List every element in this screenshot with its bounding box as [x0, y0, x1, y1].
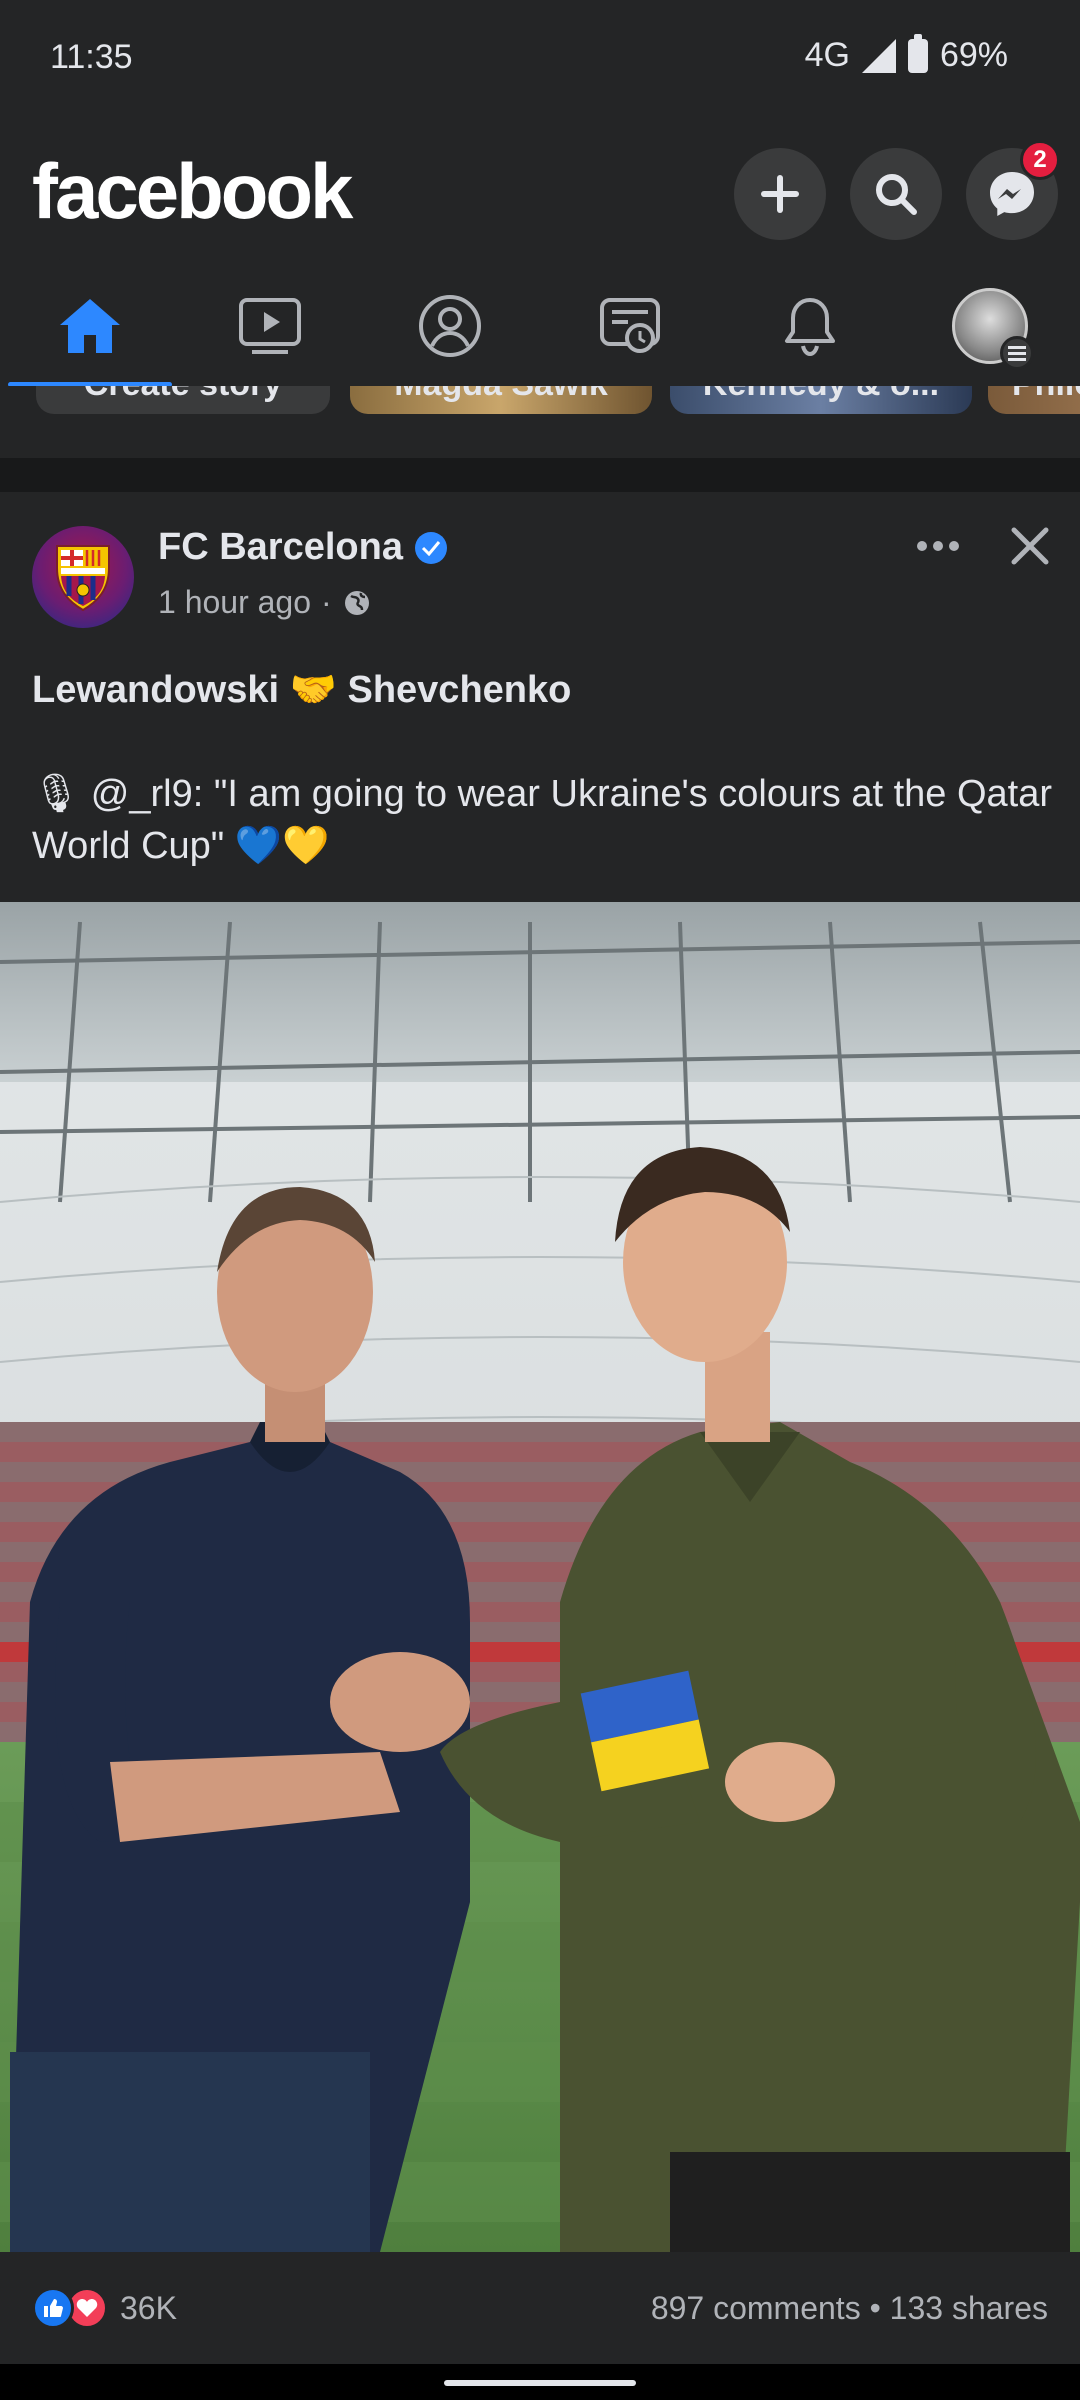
- counts-dot: •: [869, 2289, 890, 2326]
- video-icon: [239, 298, 301, 354]
- stadium-photo-illustration: [0, 902, 1080, 2252]
- post-meta: 1 hour ago ·: [158, 584, 372, 621]
- bell-icon: [785, 298, 835, 357]
- globe-icon: [344, 590, 369, 615]
- signal-icon: [861, 38, 896, 73]
- more-options-icon[interactable]: [916, 540, 960, 552]
- menu-avatar: [952, 288, 1034, 370]
- status-time: 11:35: [50, 38, 133, 76]
- tab-menu[interactable]: [900, 266, 1080, 386]
- home-indicator[interactable]: [444, 2380, 636, 2386]
- post-text: Lewandowski 🤝 Shevchenko 🎙 @_rl9: "I am …: [32, 664, 1052, 872]
- page-avatar[interactable]: [32, 526, 134, 628]
- engagement-counts: 897 comments • 133 shares: [651, 2290, 1048, 2327]
- check-icon: [421, 540, 441, 556]
- thumbs-up-icon: [44, 2299, 63, 2317]
- post-actions: [916, 526, 1050, 566]
- verified-badge-icon: [414, 531, 447, 564]
- facebook-logo: facebook: [32, 147, 353, 235]
- menu-icon: [1000, 336, 1034, 370]
- heart-icon: [76, 2299, 98, 2317]
- reaction-summary[interactable]: 36K: [32, 2287, 177, 2329]
- messenger-button[interactable]: 2: [966, 140, 1060, 240]
- comments-count[interactable]: 897 comments: [651, 2290, 861, 2326]
- status-bar: 11:35 4G 69%: [0, 0, 1080, 118]
- like-reaction-icon: [32, 2287, 74, 2329]
- feeds-icon: [600, 298, 660, 353]
- meta-dot: ·: [321, 584, 332, 620]
- search-icon: [876, 174, 917, 215]
- page-name[interactable]: FC Barcelona: [158, 526, 447, 569]
- plus-icon: [761, 175, 799, 213]
- search-button[interactable]: [850, 148, 942, 240]
- story-card[interactable]: Kennedy & o...: [670, 386, 972, 414]
- story-create[interactable]: Create story: [36, 386, 330, 414]
- tab-bar: [0, 266, 1080, 387]
- home-icon: [60, 299, 120, 353]
- reaction-icons: [32, 2287, 108, 2329]
- app-header: facebook 2: [0, 118, 1080, 266]
- network-type: 4G: [804, 36, 850, 74]
- tab-home[interactable]: [0, 266, 180, 386]
- tab-profile[interactable]: [360, 266, 540, 386]
- messenger-badge: 2: [1020, 140, 1060, 180]
- fc-barcelona-crest-icon: [56, 545, 110, 612]
- profile-icon: [419, 295, 481, 357]
- hamburger-icon: [1008, 346, 1026, 361]
- post-card: FC Barcelona 1 hour ago · Lewandowski 🤝 …: [0, 492, 1080, 902]
- tab-notifications[interactable]: [720, 266, 900, 386]
- shares-count[interactable]: 133 shares: [890, 2290, 1048, 2326]
- feed-separator: [0, 458, 1080, 492]
- close-icon[interactable]: [1010, 526, 1050, 566]
- tab-watch[interactable]: [180, 266, 360, 386]
- stories-bottom: [0, 430, 1080, 458]
- post-text-spacer: [32, 716, 1052, 768]
- status-indicators: 4G 69%: [804, 33, 1008, 75]
- stories-strip: Create story Magda Sawik Kennedy & o... …: [0, 386, 1080, 430]
- battery-level: 69%: [939, 36, 1008, 74]
- page-name-text: FC Barcelona: [158, 526, 403, 568]
- story-card[interactable]: Magda Sawik: [350, 386, 652, 414]
- post-body-line: 🎙 @_rl9: "I am going to wear Ukraine's c…: [32, 773, 1052, 867]
- story-card[interactable]: Philo: [988, 386, 1080, 414]
- post-photo[interactable]: [0, 902, 1080, 2252]
- post-title-line: Lewandowski 🤝 Shevchenko: [32, 669, 572, 711]
- reactions-bar: 36K 897 comments • 133 shares: [0, 2252, 1080, 2364]
- battery-icon: [907, 33, 928, 73]
- reaction-count: 36K: [120, 2289, 177, 2326]
- create-button[interactable]: [734, 148, 826, 240]
- tab-feeds[interactable]: [540, 266, 720, 386]
- post-time[interactable]: 1 hour ago: [158, 584, 311, 621]
